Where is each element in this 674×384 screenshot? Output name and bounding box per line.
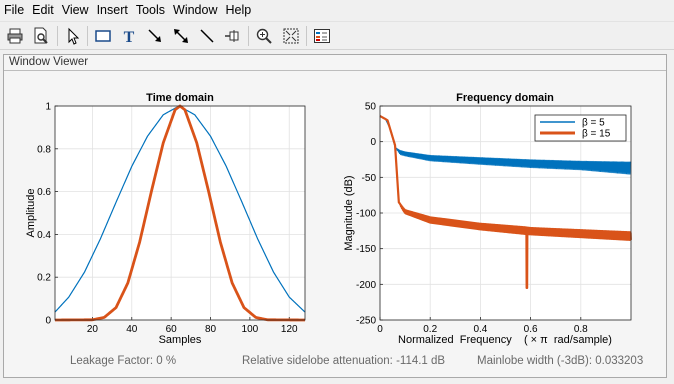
time-x-label: Samples — [159, 334, 202, 346]
legend-box — [534, 114, 627, 142]
freq-y-tick-label: -50 — [362, 173, 377, 184]
time-y-label: Amplitude — [25, 189, 37, 238]
freq-y-tick-label: -250 — [356, 316, 376, 327]
time-y-tick-label: 0.6 — [37, 187, 51, 198]
time-y-tick-label: 1 — [45, 102, 51, 113]
freq-x-tick-label: 0 — [377, 324, 383, 335]
time-x-tick-label: 80 — [205, 324, 217, 335]
freq-y-tick-label: -150 — [356, 244, 376, 255]
freq-y-tick-label: -100 — [356, 209, 376, 220]
freq-x-label: Normalized Frequency ( × π rad/sample) — [398, 334, 612, 346]
plots-area: 20 40 60 80 100 12000.20.40.60.81 Time domain… — [25, 92, 632, 346]
freq-y-tick-label: -200 — [356, 280, 376, 291]
time-y-tick-label: 0 — [45, 316, 51, 327]
time-y-tick-label: 0.4 — [37, 230, 51, 241]
time-x-tick-label: 20 — [87, 324, 99, 335]
freq-domain-title: Frequency domain — [456, 92, 554, 104]
frequency-domain-axes[interactable]: 0 0.2 0.4 0.6 0.8-250-200-150-100-50050 Freq… — [343, 92, 632, 346]
legend-label-beta15: β = 15 — [582, 129, 611, 140]
time-x-tick-label: 100 — [242, 324, 259, 335]
freq-legend[interactable]: β = 5 β = 15 — [534, 114, 627, 142]
freq-y-tick-label: 50 — [365, 102, 377, 113]
time-x-tick-label: 40 — [126, 324, 138, 335]
time-y-tick-label: 0.2 — [37, 273, 51, 284]
leakage-factor: Leakage Factor: 0 % — [70, 355, 177, 367]
legend-label-beta5: β = 5 — [582, 118, 605, 129]
time-y-tick-label: 0.8 — [37, 144, 51, 155]
relative-sidelobe-attenuation: Relative sidelobe attenuation: -114.1 dB — [242, 355, 446, 367]
mainlobe-width: Mainlobe width (-3dB): 0.033203 — [477, 355, 644, 367]
time-domain-title: Time domain — [146, 92, 214, 104]
time-domain-axes[interactable]: 20 40 60 80 100 12000.20.40.60.81 Time domain… — [25, 92, 306, 346]
time-x-tick-label: 120 — [281, 324, 298, 335]
freq-y-tick-label: 0 — [370, 137, 376, 148]
freq-y-label: Magnitude (dB) — [343, 175, 355, 250]
